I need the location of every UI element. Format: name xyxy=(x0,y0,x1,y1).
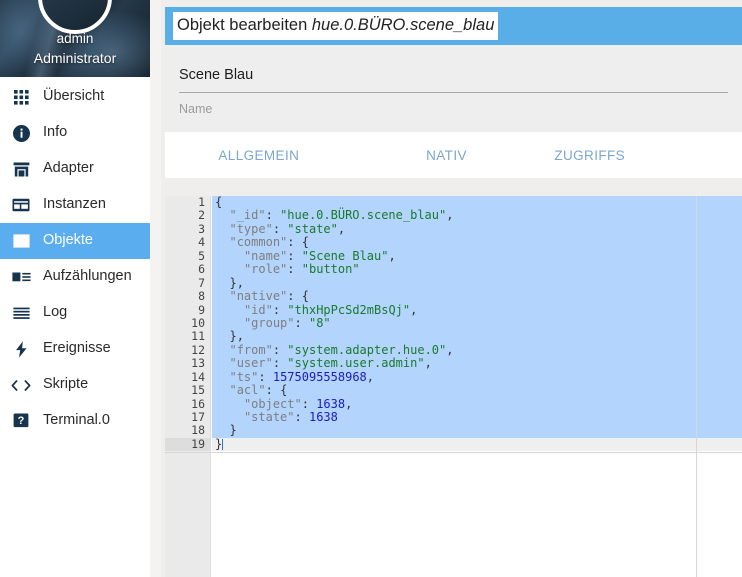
sidebar-item-label: Aufzählungen xyxy=(43,268,132,285)
editor-code-line[interactable]: }, xyxy=(212,276,742,291)
editor-line-number: 12 xyxy=(191,342,205,357)
tab-nativ[interactable]: NATIV xyxy=(353,148,541,163)
avatar[interactable] xyxy=(38,0,112,34)
sidebar-item-label: Ereignisse xyxy=(43,340,111,357)
editor-line-number: 15▾ xyxy=(165,383,217,397)
sidebar-menu: Übersicht Info Adapter Instanzen Objekte Aufz… xyxy=(0,77,150,439)
list-icon xyxy=(8,303,34,323)
enums-icon xyxy=(8,267,34,287)
editor-line-number: 8▾ xyxy=(165,289,217,303)
editor-code-line[interactable]: "name": "Scene Blau", xyxy=(212,249,742,264)
sidebar-item-label: Info xyxy=(43,124,68,141)
editor-code-line[interactable]: "state": 1638 xyxy=(212,410,742,425)
editor-code-line[interactable]: } xyxy=(212,437,742,452)
user-name: admin xyxy=(56,31,94,46)
editor-code-line[interactable]: "group": "8" xyxy=(212,316,742,331)
editor-print-margin xyxy=(696,196,697,577)
dialog-title-object: hue.0.BÜRO.scene_blau xyxy=(311,16,495,35)
store-icon xyxy=(8,159,34,179)
editor-code-line[interactable]: "acl": { xyxy=(212,383,742,398)
tab-allgemein[interactable]: ALLGEMEIN xyxy=(165,148,353,163)
editor-code-line[interactable]: "type": "state", xyxy=(212,222,742,237)
code-icon xyxy=(8,375,34,395)
sidebar-item-label: Instanzen xyxy=(43,196,106,213)
user-role: Administrator xyxy=(33,50,117,66)
editor-line-number: 7 xyxy=(198,275,205,290)
sidebar-item-label: Terminal.0 xyxy=(43,412,110,429)
editor-line-number: 9 xyxy=(198,302,205,317)
sidebar-item-skripte[interactable]: Skripte xyxy=(0,367,150,403)
editor-code-line[interactable]: "native": { xyxy=(212,289,742,304)
sidebar-user-header: admin Administrator xyxy=(0,0,150,77)
tab-zugriffs[interactable]: ZUGRIFFS xyxy=(540,148,742,163)
svg-text:?: ? xyxy=(18,415,25,427)
sidebar-item-info[interactable]: Info xyxy=(0,115,150,151)
editor-line-number: 14 xyxy=(191,369,205,384)
name-input[interactable]: Scene Blau xyxy=(179,67,728,93)
dialog-title: Objekt bearbeiten hue.0.BÜRO.scene_blau xyxy=(173,12,499,40)
editor-line-number: 2 xyxy=(198,208,205,223)
text-caret xyxy=(222,438,224,450)
editor-line-number: 18 xyxy=(191,423,205,438)
editor-code-line[interactable]: "common": { xyxy=(212,236,742,250)
instances-icon xyxy=(8,195,34,215)
edit-object-dialog: Objekt bearbeiten hue.0.BÜRO.scene_blau … xyxy=(165,7,742,178)
sidebar-item-label: Objekte xyxy=(43,232,93,249)
editor-code-line[interactable]: "from": "system.adapter.hue.0", xyxy=(212,343,742,358)
json-editor[interactable]: 1▾234▾5678▾9101112131415▾16171819 { "_id… xyxy=(165,196,742,577)
sidebar-item-label: Skripte xyxy=(43,376,89,393)
editor-line-number: 11 xyxy=(191,329,205,344)
question-icon: ? xyxy=(8,411,34,431)
sidebar-item-instanzen[interactable]: Instanzen xyxy=(0,187,150,223)
editor-code-line[interactable]: "id": "thxHpPcSd2mBsQj", xyxy=(212,303,742,317)
editor-line-numbers: 1▾234▾5678▾9101112131415▾16171819 xyxy=(165,196,217,577)
info-icon xyxy=(8,123,34,143)
sidebar-item-ereignisse[interactable]: Ereignisse xyxy=(0,331,150,367)
editor-code-line[interactable]: }, xyxy=(212,330,742,344)
editor-code-line[interactable]: "object": 1638, xyxy=(212,397,742,411)
editor-code-line[interactable]: } xyxy=(212,424,742,438)
sidebar-item-label: Übersicht xyxy=(43,88,105,105)
sidebar-item-aufzaehlungen[interactable]: Aufzählungen xyxy=(0,259,150,295)
editor-line-number: 17 xyxy=(191,410,205,424)
grid-icon xyxy=(8,87,34,107)
editor-line-number: 1▾ xyxy=(165,196,217,209)
sidebar-item-log[interactable]: Log xyxy=(0,295,150,331)
editor-line-number: 5 xyxy=(198,248,205,263)
sidebar-item-label: Adapter xyxy=(43,160,94,177)
editor-line-number: 4▾ xyxy=(165,235,217,249)
editor-line-number: 10 xyxy=(191,315,205,330)
editor-code-line[interactable]: "role": "button" xyxy=(212,262,742,277)
sidebar: admin Administrator Übersicht Info Adapter… xyxy=(0,0,150,577)
editor-line-number: 6 xyxy=(198,262,205,277)
editor-line-number: 3 xyxy=(198,221,205,236)
editor-line-number: 13 xyxy=(191,356,205,371)
editor-active-line-border xyxy=(165,451,742,453)
main-area: Objekt bearbeiten hue.0.BÜRO.scene_blau … xyxy=(150,0,742,577)
page-left-strip xyxy=(150,0,161,577)
sidebar-item-label: Log xyxy=(43,304,68,321)
bolt-icon xyxy=(8,339,34,359)
editor-code-line[interactable]: "user": "system.user.admin", xyxy=(212,357,742,371)
editor-content[interactable]: { "_id": "hue.0.BÜRO.scene_blau", "type"… xyxy=(212,196,742,577)
dialog-title-prefix: Objekt bearbeiten xyxy=(177,16,312,35)
objects-icon xyxy=(8,231,34,251)
editor-line-number: 16 xyxy=(191,396,205,411)
name-field-group: Scene Blau Name xyxy=(165,45,742,132)
dialog-titlebar: Objekt bearbeiten hue.0.BÜRO.scene_blau xyxy=(165,7,742,45)
editor-line-number: 19 xyxy=(165,437,210,452)
editor-code-line[interactable]: "_id": "hue.0.BÜRO.scene_blau", xyxy=(212,209,742,223)
editor-code-line[interactable]: "ts": 1575095558968, xyxy=(212,370,742,385)
dialog-tabs: ALLGEMEIN NATIV ZUGRIFFS xyxy=(165,132,742,178)
sidebar-item-adapter[interactable]: Adapter xyxy=(0,151,150,187)
sidebar-item-uebersicht[interactable]: Übersicht xyxy=(0,79,150,115)
sidebar-item-objekte[interactable]: Objekte xyxy=(0,223,150,259)
admin-window: admin Administrator Übersicht Info Adapter… xyxy=(0,0,742,577)
sidebar-item-terminal[interactable]: ? Terminal.0 xyxy=(0,403,150,439)
dialog-body: Scene Blau Name ALLGEMEIN NATIV ZUGRIFFS xyxy=(165,45,742,178)
name-field-label: Name xyxy=(179,102,213,116)
